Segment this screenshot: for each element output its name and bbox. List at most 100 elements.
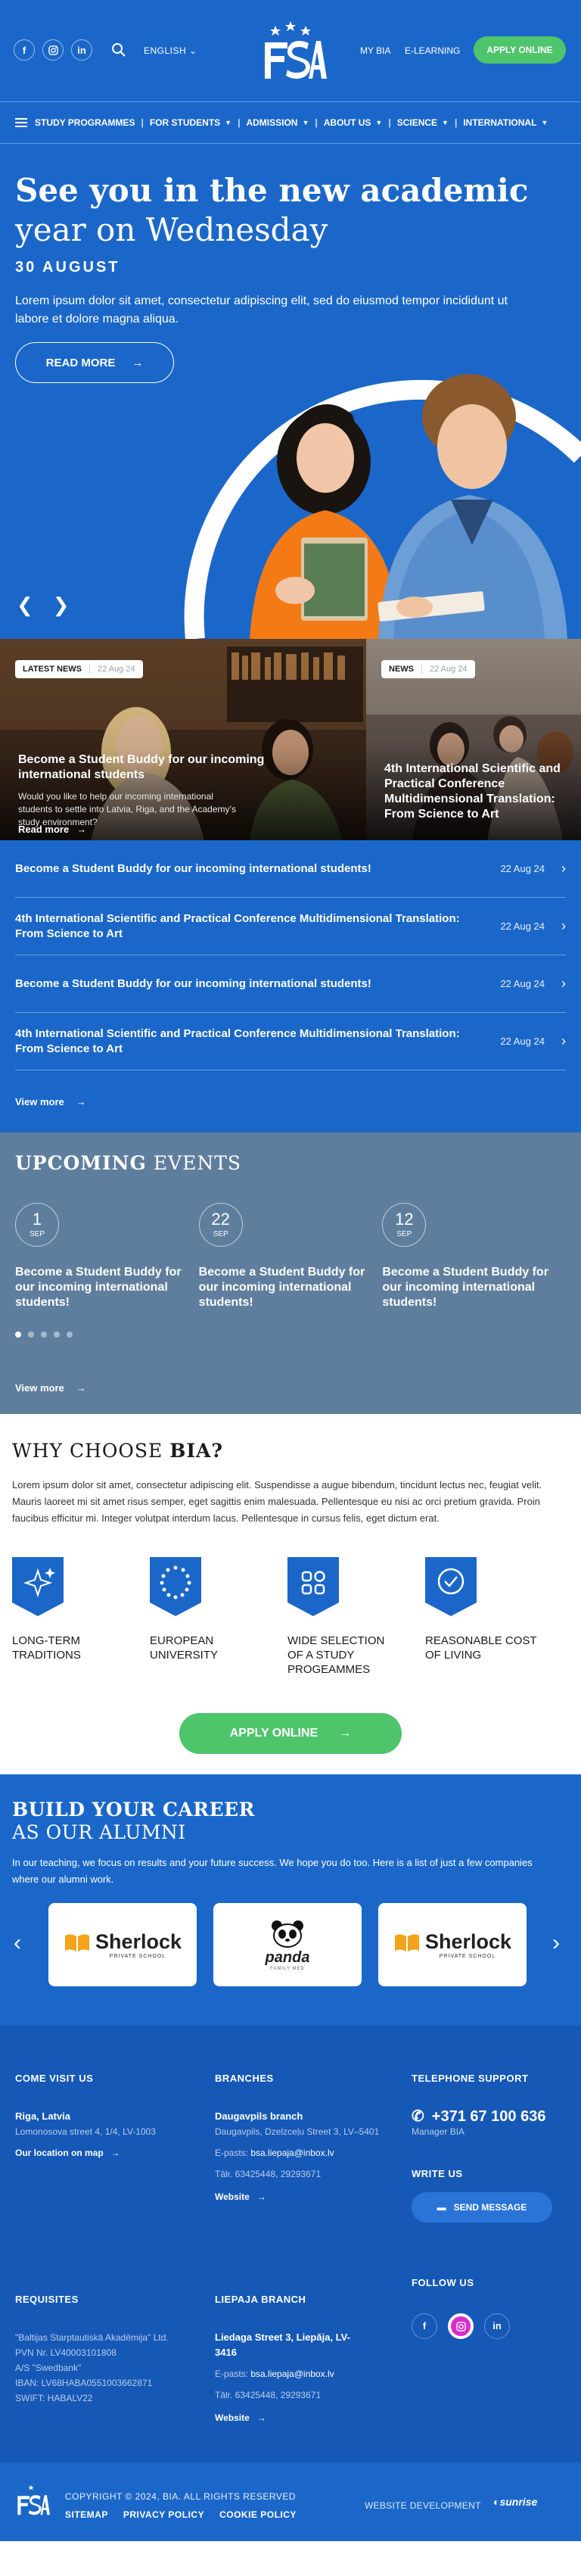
event-month: SEP [213, 1230, 228, 1238]
chevron-left-icon[interactable]: ❮ [17, 593, 33, 617]
feature-item: WIDE SELECTION OF A STUDY PROGEAMMES [287, 1557, 425, 1677]
linkedin-icon[interactable]: in [71, 39, 92, 61]
news-list-date: 22 Aug 24 [500, 863, 545, 874]
logo-wordmark: Sherlock [424, 1930, 512, 1953]
menu-icon[interactable] [15, 118, 27, 127]
nav-item-science[interactable]: SCIENCE ▼ [397, 117, 449, 128]
nav-item-international[interactable]: INTERNATIONAL ▼ [463, 117, 548, 128]
copyright-bar: COPYRIGHT © 2024, BIA. ALL RIGHTS RESERV… [0, 2462, 581, 2541]
events-view-more-link[interactable]: View more → [15, 1361, 86, 1414]
news-card-title: 4th International Scientific and Practic… [384, 762, 561, 821]
my-bia-link[interactable]: MY BIA [360, 45, 390, 56]
pagination-dot[interactable] [28, 1332, 34, 1338]
news-list-date: 22 Aug 24 [500, 1036, 545, 1047]
developer-name: sunrise [499, 2496, 538, 2508]
arrow-right-icon: → [256, 2412, 266, 2423]
search-icon[interactable] [111, 42, 126, 58]
facebook-icon[interactable]: f [14, 39, 35, 61]
news-list-item[interactable]: 4th International Scientific and Practic… [15, 1013, 566, 1070]
nav-label: FOR STUDENTS [149, 117, 221, 128]
arrow-right-icon: → [76, 1381, 86, 1394]
branch-website-link[interactable]: Website → [215, 2189, 389, 2204]
send-message-button[interactable]: ▬ SEND MESSAGE [412, 2192, 552, 2222]
elearning-link[interactable]: E-LEARNING [405, 45, 460, 56]
pagination-dot[interactable] [54, 1332, 60, 1338]
event-title: Become a Student Buddy for our incoming … [15, 1266, 182, 1309]
branch-address: Liedaga Street 3, Liepāja, LV-3416 [215, 2331, 350, 2358]
linkedin-icon[interactable]: in [484, 2313, 510, 2339]
privacy-policy-link[interactable]: PRIVACY POLICY [123, 2509, 204, 2520]
email-link[interactable]: bsa.liepaja@inbox.lv [250, 2148, 334, 2158]
chevron-down-icon: ▼ [541, 119, 548, 126]
events-heading: UPCOMING EVENTS [15, 1152, 566, 1174]
branch-address: Daugavpils, Dzelzceļu Street 3, LV–5401 [215, 2126, 380, 2137]
event-card[interactable]: 22 SEP Become a Student Buddy for our inc… [198, 1203, 383, 1310]
sitemap-link[interactable]: SITEMAP [65, 2509, 108, 2520]
career-text: In our teaching, we focus on results and… [12, 1857, 533, 1885]
event-card[interactable]: 1 SEP Become a Student Buddy for our inco… [15, 1203, 199, 1310]
event-month: SEP [396, 1230, 412, 1238]
pagination-dot[interactable] [15, 1332, 21, 1338]
chevron-right-icon[interactable]: › [552, 1930, 560, 1956]
featured-news: LATEST NEWS 22 Aug 24 Become a Student Bu… [0, 639, 581, 840]
career-heading: BUILD YOUR CAREER AS OUR ALUMNI [12, 1799, 569, 1844]
footer-heading: FOLLOW US [412, 2277, 474, 2288]
nav-divider: | [388, 117, 391, 128]
news-view-more-link[interactable]: View more → [15, 1070, 566, 1132]
location-map-link[interactable]: Our location on map → [15, 2145, 197, 2160]
chevron-down-icon: ▼ [225, 119, 232, 126]
checkmark-icon [425, 1557, 477, 1616]
arrow-right-icon: → [132, 356, 144, 369]
footer-address: Lomonosova street 4, 1/4, LV-1003 [15, 2126, 156, 2137]
nav-item-for-students[interactable]: FOR STUDENTS ▼ [150, 117, 231, 128]
news-card-latest[interactable]: LATEST NEWS 22 Aug 24 Become a Student Bu… [0, 639, 366, 840]
chevron-right-icon[interactable]: ❯ [53, 593, 70, 617]
news-list-item[interactable]: Become a Student Buddy for our incoming … [15, 955, 566, 1013]
feature-item: EUROPEAN UNIVERSITY [150, 1557, 287, 1677]
branch-website-link[interactable]: Website → [215, 2410, 359, 2425]
event-card[interactable]: 12 SEP Become a Student Buddy for our inc… [382, 1203, 566, 1310]
news-date: 22 Aug 24 [421, 665, 468, 674]
footer-social-links: f in [412, 2313, 570, 2339]
partner-logo-card[interactable]: Sherlock PRIVATE SCHOOL [378, 1903, 527, 1986]
news-list-title: 4th International Scientific and Practic… [15, 1026, 460, 1055]
news-card-news[interactable]: NEWS 22 Aug 24 4th International Scientif… [366, 639, 581, 840]
book-icon [64, 1933, 89, 1952]
news-list-item[interactable]: 4th International Scientific and Practic… [15, 898, 566, 955]
news-card-more[interactable]: Read more → [18, 824, 86, 835]
cookie-policy-link[interactable]: COOKIE POLICY [219, 2509, 297, 2520]
footer-heading: LIEPAJA BRANCH [215, 2294, 306, 2305]
chevron-left-icon[interactable]: ‹ [14, 1930, 21, 1956]
career-heading-bold: BUILD YOUR CAREER [12, 1799, 255, 1821]
news-list-title: 4th International Scientific and Practic… [15, 911, 460, 940]
pagination-dot[interactable] [41, 1332, 47, 1338]
apply-online-button[interactable]: APPLY ONLINE [474, 36, 566, 64]
apply-online-cta-button[interactable]: APPLY ONLINE → [179, 1713, 402, 1754]
email-link[interactable]: bsa.liepaja@inbox.lv [250, 2369, 334, 2379]
bia-logo-small[interactable] [12, 2482, 50, 2518]
language-selector[interactable]: ENGLISH ⌄ [144, 45, 197, 56]
pagination-dot[interactable] [67, 1332, 73, 1338]
chevron-right-icon: › [561, 976, 566, 991]
nav-item-study-programmes[interactable]: STUDY PROGRAMMES [35, 117, 135, 128]
instagram-icon[interactable] [448, 2313, 474, 2339]
book-icon [394, 1933, 419, 1952]
support-phone[interactable]: ✆ +371 67 100 636 [412, 2109, 570, 2124]
nav-divider: | [141, 117, 144, 128]
bia-logo[interactable] [254, 21, 327, 80]
developer-logo[interactable]: ◐sunrise [493, 2496, 537, 2508]
partner-logo-card[interactable]: Sherlock PRIVATE SCHOOL [48, 1903, 197, 1986]
news-tag-label: NEWS [389, 665, 414, 674]
hero-read-more-button[interactable]: READ MORE → [15, 342, 174, 383]
hero-lead: Lorem ipsum dolor sit amet, consectetur … [15, 294, 508, 326]
partner-logo-card[interactable]: panda FAMILY MED [213, 1903, 362, 1986]
facebook-icon[interactable]: f [412, 2313, 437, 2339]
branch-email: E-pasts: bsa.liepaja@inbox.lv [215, 2145, 389, 2160]
nav-divider: | [238, 117, 241, 128]
instagram-icon[interactable] [42, 39, 64, 61]
nav-item-admission[interactable]: ADMISSION ▼ [246, 117, 309, 128]
news-list-item[interactable]: Become a Student Buddy for our incoming … [15, 840, 566, 898]
event-day: 12 [395, 1210, 414, 1229]
nav-item-about-us[interactable]: ABOUT US ▼ [324, 117, 383, 128]
chevron-down-icon: ▼ [442, 119, 449, 126]
